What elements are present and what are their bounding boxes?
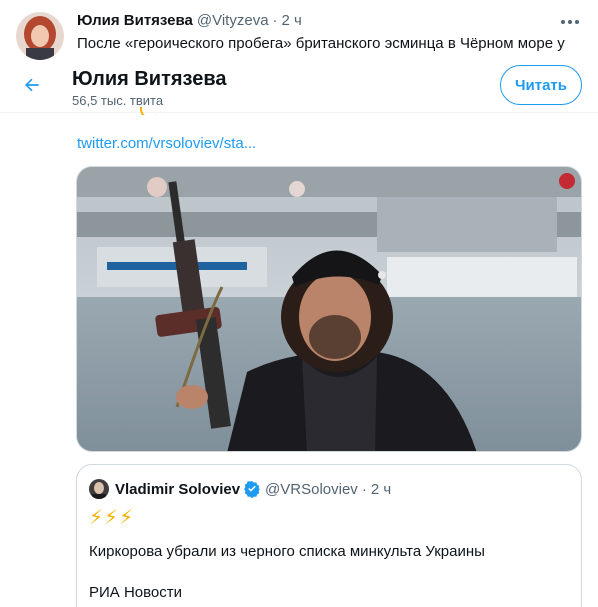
more-horizontal-icon[interactable]: [558, 10, 582, 34]
photo-man-with-rifle-icon: [77, 167, 581, 451]
arrow-left-icon: [22, 75, 42, 100]
author-name[interactable]: Юлия Витязева: [77, 12, 193, 29]
quoted-tweet-text: Киркорова убрали из черного списка минку…: [89, 543, 485, 560]
author-avatar[interactable]: [16, 12, 64, 60]
author-handle[interactable]: @Vityzeva: [197, 12, 269, 29]
quoted-author-handle[interactable]: @VRSoloviev: [265, 481, 358, 498]
background-tweet-text: После «героического пробега» британского…: [77, 35, 565, 52]
lightning-emoji-icon: ⚡⚡⚡: [89, 507, 135, 529]
quoted-tweet-header: Vladimir Soloviev @VRSoloviev · 2 ч: [89, 479, 391, 499]
background-tweet-header: Юлия Витязева @Vityzeva · 2 ч: [77, 12, 584, 29]
separator-dot: ·: [361, 480, 367, 498]
profile-name: Юлия Витязева: [72, 68, 227, 90]
tweet-count: 56,5 тыс. твита: [72, 93, 164, 108]
quoted-tweet[interactable]: Vladimir Soloviev @VRSoloviev · 2 ч ⚡⚡⚡ …: [76, 464, 582, 607]
quoted-author-name[interactable]: Vladimir Soloviev: [115, 481, 240, 498]
tweet-time[interactable]: 2 ч: [282, 12, 302, 29]
back-button[interactable]: [15, 70, 49, 104]
quoted-author-avatar[interactable]: [89, 479, 109, 499]
quoted-tweet-source: РИА Новости: [89, 584, 183, 601]
tweet-link[interactable]: twitter.com/vrsoloviev/sta...: [77, 135, 256, 152]
emoji-icon: [140, 107, 156, 115]
profile-header: Юлия Витязева 56,5 тыс. твита Читать: [0, 60, 598, 113]
quoted-tweet-time[interactable]: 2 ч: [371, 481, 391, 498]
verified-badge-icon: [243, 480, 261, 498]
tweet-media[interactable]: [76, 166, 582, 452]
follow-button[interactable]: Читать: [500, 65, 582, 105]
separator-dot: ·: [272, 12, 278, 29]
